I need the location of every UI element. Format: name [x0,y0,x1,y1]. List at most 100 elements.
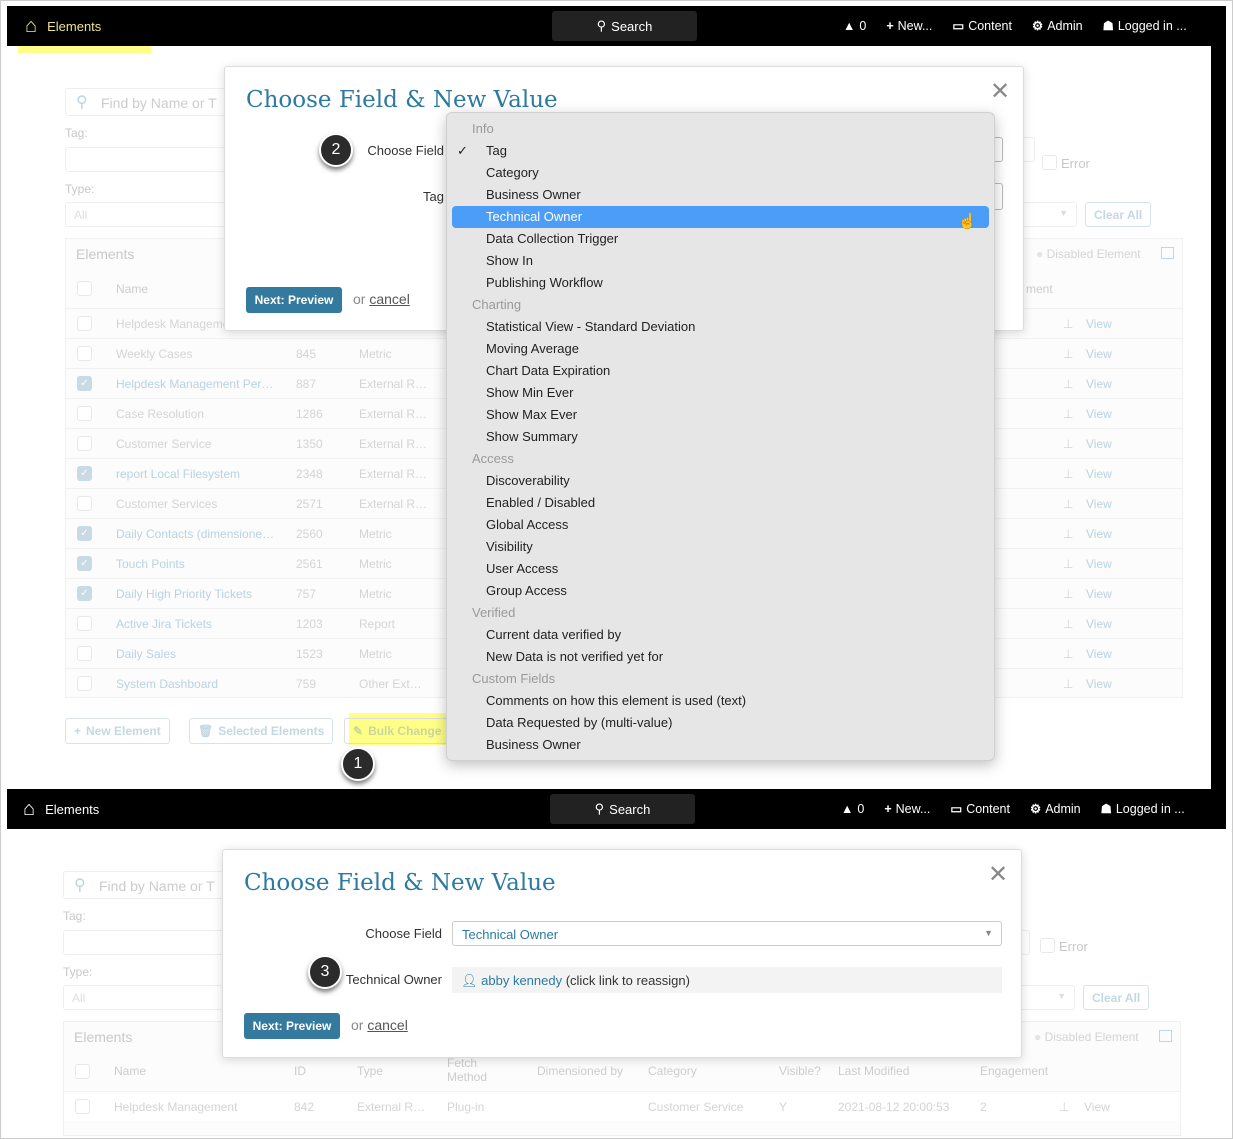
row-checkbox[interactable]: ✓ [77,526,92,541]
dropdown-option[interactable]: Comments on how this element is used (te… [452,690,989,712]
dropdown-option[interactable]: Global Access [452,514,989,536]
element-name[interactable]: Helpdesk Management [116,317,239,331]
columns-icon[interactable] [1159,1030,1172,1042]
dropdown-option[interactable]: Show Max Ever [452,404,989,426]
view-link[interactable]: View [1086,467,1112,481]
row-checkbox[interactable] [77,346,92,361]
table-row[interactable]: Helpdesk Management 842 External R… Plug… [64,1091,1180,1121]
error-checkbox[interactable] [1042,155,1057,170]
column-name[interactable]: Name [116,282,148,296]
view-link[interactable]: View [1086,437,1112,451]
row-checkbox[interactable] [77,436,92,451]
view-link[interactable]: View [1086,527,1112,541]
row-checkbox[interactable]: ✓ [77,376,92,391]
dropdown-option[interactable]: Moving Average [452,338,989,360]
error-checkbox[interactable] [1040,938,1055,953]
admin-menu[interactable]: ⚙ Admin [1032,18,1083,34]
new-menu[interactable]: + New... [886,18,932,33]
dropdown-option[interactable]: Group Access [452,580,989,602]
field-dropdown-menu[interactable]: Info ✓ Tag Category Business Owner Technical … [446,112,995,761]
element-name[interactable]: Daily Sales [116,647,176,661]
column-category[interactable]: Category [648,1064,697,1078]
alerts-button[interactable]: ▲ 0 [843,18,866,33]
dropdown-option[interactable]: Show Summary [452,426,989,448]
dropdown-option[interactable]: Technical Owner [452,206,989,228]
content-menu[interactable]: ▭ Content [950,801,1010,817]
user-menu[interactable]: ☗ Logged in ... [1101,801,1185,817]
dropdown-option[interactable]: User Access [452,558,989,580]
owner-link[interactable]: abby kennedy [481,973,562,988]
row-checkbox[interactable] [75,1099,90,1114]
dropdown-option[interactable]: Business Owner [452,734,989,756]
dropdown-option[interactable]: New Data is not verified yet for [452,646,989,668]
row-checkbox[interactable] [77,316,92,331]
clear-all-button[interactable]: Clear All [1083,985,1150,1010]
view-link[interactable]: View [1086,407,1112,421]
dropdown-option[interactable]: Visibility [452,536,989,558]
view-link[interactable]: View [1086,377,1112,391]
view-link[interactable]: View [1084,1100,1110,1114]
selected-elements-button[interactable]: 🗑 Selected Elements [189,718,334,744]
column-engagement[interactable]: Engagement [980,1064,1048,1078]
view-link[interactable]: View [1086,317,1112,331]
close-icon[interactable]: ✕ [990,77,1010,106]
row-checkbox[interactable]: ✓ [77,466,92,481]
row-checkbox[interactable] [77,646,92,661]
dropdown-option[interactable]: Data Requested by (multi-value) [452,712,989,734]
next-preview-button[interactable]: Next: Preview [246,287,342,313]
dropdown-option[interactable]: Show Min Ever [452,382,989,404]
row-checkbox[interactable] [77,616,92,631]
row-checkbox[interactable] [77,406,92,421]
view-link[interactable]: View [1086,347,1112,361]
cancel-link[interactable]: cancel [367,1017,407,1033]
view-link[interactable]: View [1086,587,1112,601]
dropdown-option[interactable]: Statistical View - Standard Deviation [452,316,989,338]
cancel-link[interactable]: cancel [369,291,409,307]
element-name[interactable]: Customer Service [116,437,211,451]
element-name[interactable]: Touch Points [116,557,185,571]
dropdown-option[interactable]: Show In [452,250,989,272]
close-icon[interactable]: ✕ [988,860,1008,889]
home-link[interactable]: ⌂ Elements [25,15,101,38]
column-dimensioned-by[interactable]: Dimensioned by [537,1064,623,1078]
dropdown-option[interactable]: Business Owner [452,184,989,206]
content-menu[interactable]: ▭ Content [952,18,1012,34]
dropdown-option[interactable]: Publishing Workflow [452,272,989,294]
choose-field-select[interactable]: Technical Owner ▼ [452,921,1002,946]
admin-menu[interactable]: ⚙ Admin [1030,801,1081,817]
column-type[interactable]: Type [357,1064,383,1078]
dropdown-option[interactable]: Discoverability [452,470,989,492]
alerts-button[interactable]: ▲ 0 [841,801,864,816]
element-name[interactable]: Active Jira Tickets [116,617,212,631]
view-link[interactable]: View [1086,647,1112,661]
next-preview-button[interactable]: Next: Preview [244,1013,340,1039]
dropdown-option[interactable]: Chart Data Expiration [452,360,989,382]
columns-icon[interactable] [1161,247,1174,259]
view-link[interactable]: View [1086,617,1112,631]
dropdown-option[interactable]: Data Collection Trigger [452,228,989,250]
search-button[interactable]: ⚲ Search [550,794,695,824]
dropdown-option[interactable]: Current data verified by [452,624,989,646]
view-link[interactable]: View [1086,677,1112,691]
element-name[interactable]: Weekly Cases [116,347,192,361]
view-link[interactable]: View [1086,557,1112,571]
new-element-button[interactable]: + New Element [65,718,170,744]
row-checkbox[interactable] [77,676,92,691]
select-all-checkbox[interactable] [77,281,92,296]
column-name[interactable]: Name [114,1064,146,1078]
row-checkbox[interactable] [77,496,92,511]
home-link[interactable]: ⌂ Elements [23,798,99,821]
dropdown-option[interactable]: ✓ Tag [452,140,989,162]
element-name[interactable]: Daily Contacts (dimensione… [116,527,274,541]
element-name[interactable]: Case Resolution [116,407,204,421]
clear-all-button[interactable]: Clear All [1085,202,1152,227]
dropdown-option[interactable]: Enabled / Disabled [452,492,989,514]
row-checkbox[interactable]: ✓ [77,556,92,571]
user-menu[interactable]: ☗ Logged in ... [1103,18,1187,34]
column-fetch-method[interactable]: Fetch Method [447,1056,502,1084]
dropdown-option[interactable]: Category [452,162,989,184]
view-link[interactable]: View [1086,497,1112,511]
element-name[interactable]: Helpdesk Management Per… [116,377,273,391]
new-menu[interactable]: + New... [884,801,930,816]
column-id[interactable]: ID [294,1064,306,1078]
